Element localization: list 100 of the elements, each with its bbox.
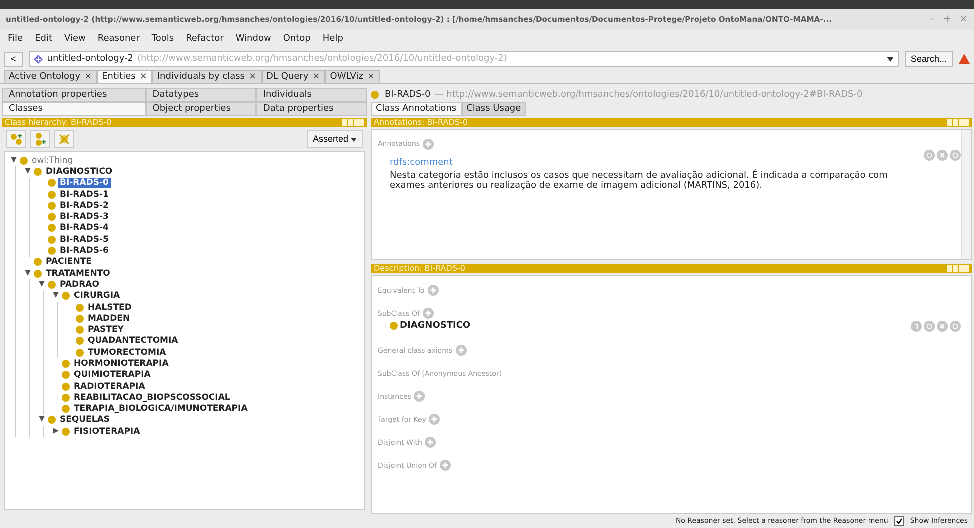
expanded-triangle-icon[interactable] [39,416,45,422]
tree-item[interactable]: DIAGNOSTICO [44,166,115,177]
workspace-tab[interactable]: DL Query × [262,70,326,83]
tree-item[interactable]: BI-RADS-3 [58,212,111,222]
tree-item[interactable]: HALSTED [86,302,134,312]
tree-item[interactable]: BI-RADS-1 [58,190,111,200]
tree-item[interactable]: QUIMIOTERAPIA [72,370,153,380]
workspace-tab[interactable]: Individuals by class × [152,70,262,83]
tree-item[interactable]: TRATAMENTO [44,268,112,279]
panel-controls-icon[interactable] [342,119,364,126]
expanded-triangle-icon[interactable] [39,280,45,287]
class-dot-icon [34,168,42,176]
workspace-tab[interactable]: Entities × [97,70,152,83]
tree-item[interactable]: HORMONIOTERAPIA [72,358,171,369]
add-subclass-button[interactable] [6,130,26,148]
menu-item[interactable]: Window [236,34,272,44]
class-dot-icon [62,428,70,436]
class-dot-icon [48,280,56,289]
expanded-triangle-icon[interactable] [25,168,31,174]
add-icon[interactable] [423,138,434,150]
view-mode-dropdown[interactable]: Asserted [306,130,363,148]
delete-class-button[interactable] [54,130,74,148]
tree-item[interactable]: BI-RADS-0 [58,178,111,188]
menu-item[interactable]: Refactor [186,34,224,44]
tree-item[interactable]: SEQUELAS [58,415,112,426]
close-icon[interactable]: × [84,72,92,82]
tree-item[interactable]: PASTEY [86,325,126,336]
close-icon[interactable]: × [367,72,375,82]
add-icon[interactable] [440,460,451,472]
add-icon[interactable] [428,285,439,296]
class-dot-icon [62,360,70,368]
search-button[interactable]: Search... [904,51,953,67]
tree-item[interactable]: MADDEN [86,314,132,324]
tree-item[interactable]: BI-RADS-5 [58,234,111,245]
panel-controls-icon[interactable] [947,265,969,272]
detail-tab[interactable]: Class Usage [462,102,526,116]
menu-item[interactable]: Help [322,34,344,44]
menu-item[interactable]: Ontop [283,34,311,44]
checkbox[interactable] [894,516,904,526]
tree-item[interactable]: RADIOTERAPIA [72,382,148,392]
add-sibling-icon [34,132,46,146]
entity-tab[interactable]: Data properties [256,102,367,116]
warning-icon[interactable] [959,54,970,64]
class-dot-icon [48,416,56,424]
dropdown-caret-icon[interactable] [886,56,894,62]
add-icon[interactable] [456,345,467,356]
ontology-address-field[interactable]: untitled-ontology-2 (http://www.semanticweb.org/hmsanches/ontologies/2016/10/untitled-ontology-2) [29,51,899,67]
delete-icon[interactable] [937,320,948,332]
tree-item[interactable]: TERAPIA_BIOLOGICA/IMUNOTERAPIA [72,404,250,414]
class-dot-icon [48,213,56,222]
tree-item[interactable]: PADRAO [58,280,102,290]
tree-item[interactable]: BI-RADS-6 [58,246,111,256]
class-dot-icon [62,371,70,380]
class-dot-icon [371,90,379,99]
tree-item[interactable]: TUMORECTOMIA [86,348,168,358]
expanded-triangle-icon[interactable] [11,156,17,163]
menu-item[interactable]: File [8,34,24,44]
workspace-tab[interactable]: Active Ontology × [4,70,98,83]
panel-controls-icon[interactable] [947,118,969,126]
tree-item[interactable]: FISIOTERAPIA [72,426,142,437]
annotation-text: Nesta categoria estão inclusos os casos que necessitam de avaliação adicional. É indicada a comparação com exames anteriores ou realização de exame de imagem adicional (MARTINS, 2016). [390,170,889,192]
entity-tab[interactable]: Object properties [146,102,256,116]
expanded-triangle-icon[interactable] [53,292,59,298]
entity-tab[interactable]: Annotation properties [2,88,146,102]
tree-item[interactable]: QUADANTECTOMIA [86,336,180,346]
close-icon[interactable]: × [140,72,148,82]
menu-item[interactable]: Edit [35,34,52,44]
add-icon[interactable] [429,414,440,426]
tree-item[interactable]: BI-RADS-4 [58,223,111,234]
expanded-triangle-icon[interactable] [25,270,31,276]
tab-label: Active Ontology [9,72,81,82]
add-icon[interactable] [414,391,426,402]
ontology-iri: (http://www.semanticweb.org/hmsanches/ontologies/2016/10/untitled-ontology-2) [138,54,508,64]
delete-icon[interactable] [937,150,948,161]
class-dot-icon [48,224,56,232]
superclass-item[interactable]: DIAGNOSTICO [400,321,471,332]
back-button[interactable]: < [4,52,24,66]
collapsed-triangle-icon[interactable] [53,428,59,434]
add-sibling-button[interactable] [30,130,50,148]
tree-item[interactable]: BI-RADS-2 [58,200,111,211]
ontology-name: untitled-ontology-2 [47,54,134,64]
menu-item[interactable]: Reasoner [98,34,140,44]
tree-item[interactable]: CIRURGIA [72,291,122,302]
detail-tab[interactable]: Class Annotations [371,102,462,116]
entity-tab[interactable]: Individuals [256,88,367,102]
add-icon[interactable] [422,308,434,320]
close-icon[interactable]: × [312,72,320,82]
tab-label: Individuals by class [157,72,245,82]
tree-item[interactable]: owl:Thing [30,156,76,166]
close-icon[interactable]: × [248,72,257,82]
workspace-tab[interactable]: OWLViz × [325,70,380,83]
tree-item[interactable]: REABILITACAO_BIOPSCOSSOCIAL [72,392,232,403]
scrollbar[interactable] [961,130,971,260]
add-icon[interactable] [425,437,436,448]
menu-item[interactable]: View [64,34,86,44]
entity-tab[interactable]: Datatypes [146,88,256,102]
entity-tab[interactable]: Classes [2,102,146,116]
menu-item[interactable]: Tools [152,34,174,44]
tree-item[interactable]: PACIENTE [44,257,94,268]
class-dot-icon [76,314,84,323]
